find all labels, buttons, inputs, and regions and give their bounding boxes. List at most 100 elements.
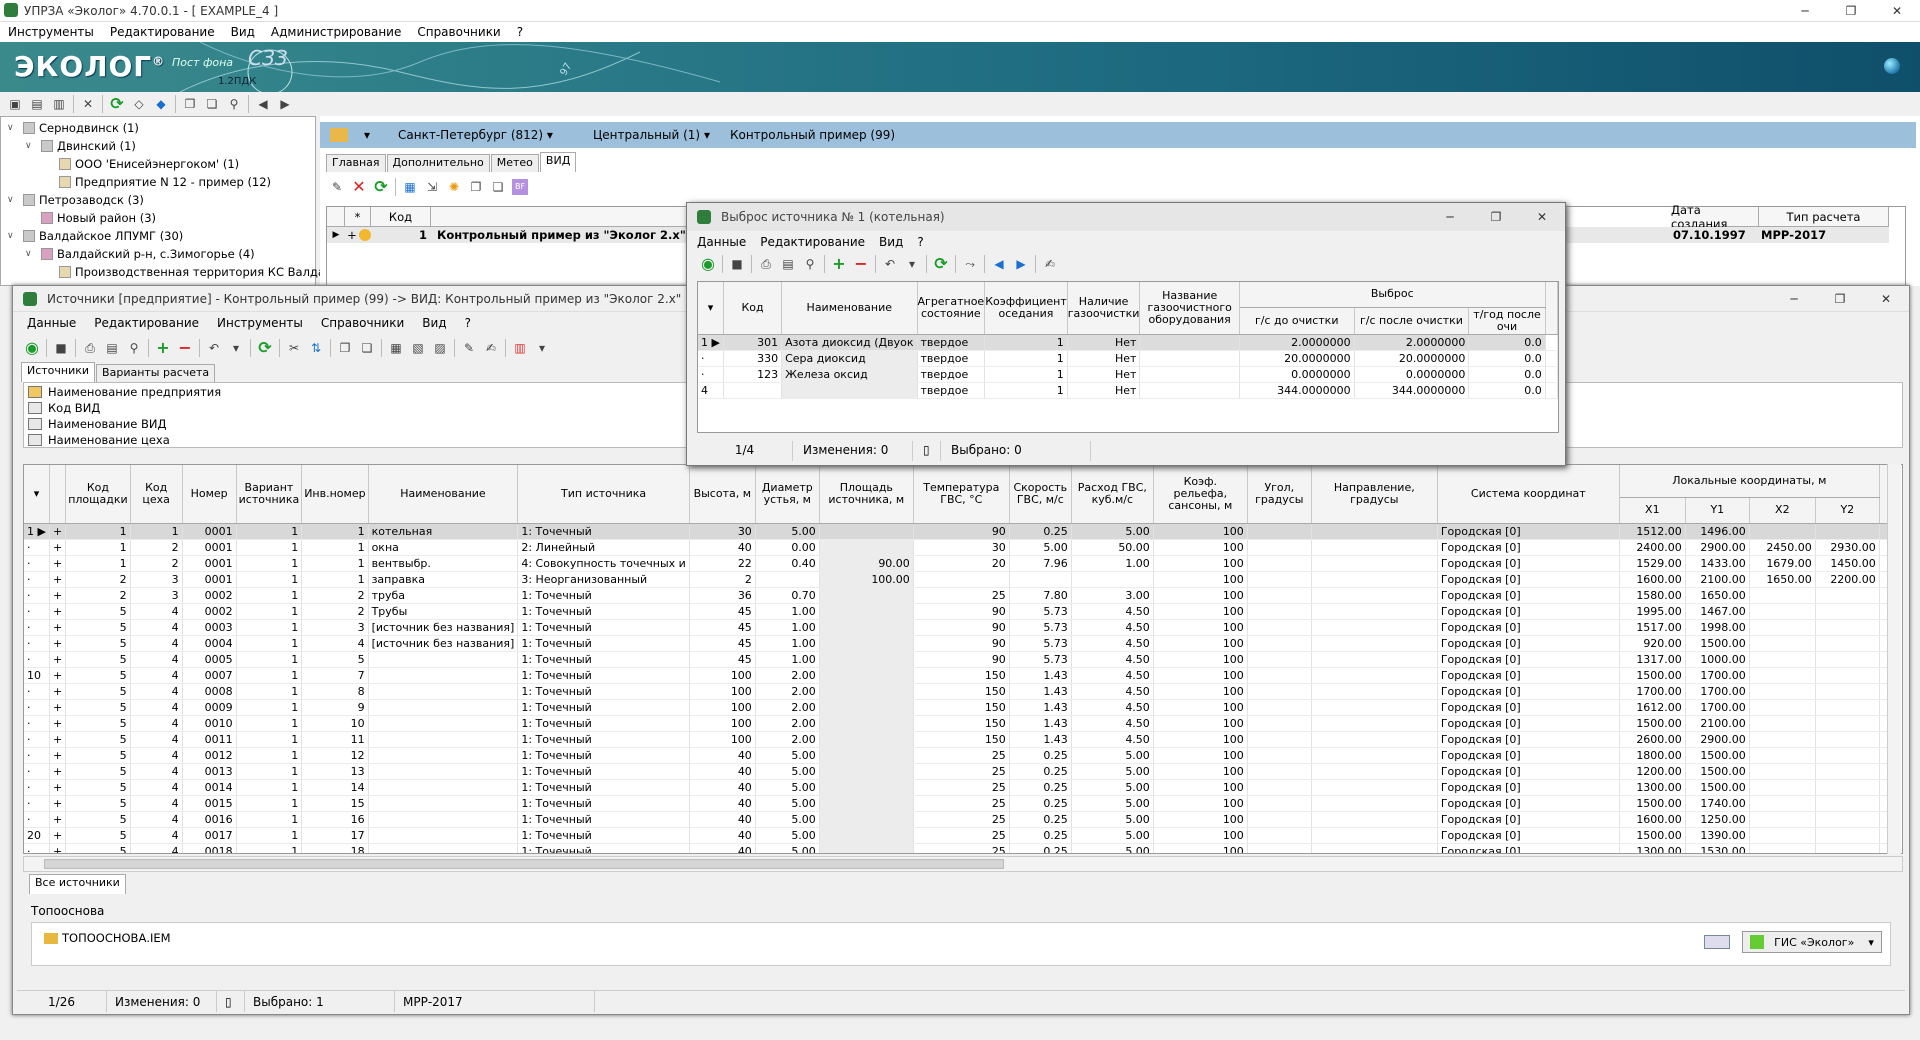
wrench-icon[interactable]: ✂: [286, 340, 302, 356]
delete-icon[interactable]: ✕: [80, 96, 96, 112]
search-icon[interactable]: ⚲: [802, 256, 818, 272]
expand-toggle-icon[interactable]: ∨: [25, 249, 37, 259]
cell-exp[interactable]: +: [49, 667, 67, 684]
maximize-button[interactable]: ❐: [1828, 0, 1874, 22]
district-selector[interactable]: Центральный (1) ▾: [579, 128, 710, 142]
menu-item-tools[interactable]: Инструменты: [217, 316, 303, 330]
table-row[interactable]: · +2 3 0002 1 2 труба 1: Точечный 36 0.70 25 7.80 3.…: [24, 587, 1900, 604]
menu-item-view[interactable]: Вид: [879, 235, 903, 249]
cell-exp[interactable]: +: [49, 619, 67, 636]
maximize-button[interactable]: ❐: [1473, 206, 1519, 228]
back-icon[interactable]: ◀: [255, 96, 271, 112]
cell-exp[interactable]: +: [49, 635, 67, 652]
col-workshop-code[interactable]: Код цеха: [130, 465, 183, 524]
add-icon[interactable]: +: [831, 256, 847, 272]
cell-exp[interactable]: +: [49, 747, 67, 764]
minimize-button[interactable]: ─: [1782, 0, 1828, 22]
dropdown-arrow-icon[interactable]: ▾: [904, 256, 920, 272]
table-row[interactable]: · +5 4 0004 1 4 [источник без названия] 1: Точе…: [24, 635, 1900, 652]
tab-vid[interactable]: ВИД: [539, 152, 577, 172]
refresh-icon[interactable]: ⟳: [109, 96, 125, 112]
menu-item-help[interactable]: ?: [917, 235, 923, 249]
export-icon[interactable]: ▦: [402, 179, 418, 195]
import-icon[interactable]: ⇲: [424, 179, 440, 195]
cell-exp[interactable]: +: [49, 763, 67, 780]
menu-item-view[interactable]: Вид: [422, 316, 446, 330]
menu-item-references[interactable]: Справочники: [321, 316, 404, 330]
table-row[interactable]: · +5 4 0009 1 9 1: Точечный 100 2.00 150 1.43 4.50 1…: [24, 699, 1900, 716]
cell-exp[interactable]: +: [49, 683, 67, 700]
col-angle[interactable]: Угол, градусы: [1247, 465, 1312, 524]
tree-node[interactable]: ∨ Валдайский р-н, с.Зимогорье (4): [25, 245, 255, 263]
grid-header-indicator[interactable]: ▾: [698, 282, 724, 335]
menu-item-view[interactable]: Вид: [231, 25, 255, 39]
cell-exp[interactable]: +: [49, 795, 67, 812]
col-area[interactable]: Площадь источника, м: [819, 465, 914, 524]
remove-icon[interactable]: −: [177, 340, 193, 356]
col-flow[interactable]: Расход ГВС, куб.м/с: [1071, 465, 1154, 524]
col-y1[interactable]: Y1: [1685, 497, 1750, 524]
topo-select-button[interactable]: [1704, 935, 1730, 949]
folder-icon[interactable]: ▤: [29, 96, 45, 112]
bf-icon[interactable]: BF: [512, 179, 528, 195]
tree-node[interactable]: ∨ Валдайское ЛПУМГ (30): [7, 227, 183, 245]
open-folder-icon[interactable]: [330, 128, 348, 142]
back-icon[interactable]: ◉: [24, 340, 40, 356]
tree-node[interactable]: ∨ Двинский (1): [25, 137, 136, 155]
close-button[interactable]: ✕: [1863, 288, 1909, 310]
table-row[interactable]: · +5 4 0014 1 14 1: Точечный 40 5.00 25 0.25 5.00 10…: [24, 779, 1900, 796]
tree-node[interactable]: ООО 'Енисейэнергоком' (1): [43, 155, 239, 173]
tab-additional[interactable]: Дополнительно: [386, 154, 490, 172]
dropdown-arrow-icon[interactable]: ▾: [228, 340, 244, 356]
col-height[interactable]: Высота, м: [689, 465, 756, 524]
menu-item-edit[interactable]: Редактирование: [760, 235, 865, 249]
filter-icon[interactable]: ⤳: [962, 256, 978, 272]
sources-vertical-scrollbar[interactable]: [1887, 464, 1901, 854]
cell-exp[interactable]: +: [49, 555, 67, 572]
table-row[interactable]: · 123 Железа оксид твердое 1 Нет 0.0000000 0.00…: [698, 366, 1558, 383]
tab-meteo[interactable]: Метео: [490, 154, 539, 172]
dropdown-arrow-icon[interactable]: ▾: [534, 340, 550, 356]
cell-exp[interactable]: +: [49, 587, 67, 604]
delete-icon[interactable]: ✕: [351, 179, 367, 195]
cell-exp[interactable]: +: [49, 827, 67, 844]
table-row[interactable]: · +5 4 0012 1 12 1: Точечный 40 5.00 25 0.25 5.00 10…: [24, 747, 1900, 764]
note-icon[interactable]: ✍: [483, 340, 499, 356]
col-inventory-number[interactable]: Инв.номер: [301, 465, 369, 524]
tree-node[interactable]: Новый район (3): [25, 209, 156, 227]
calc-alt-icon[interactable]: ▧: [410, 340, 426, 356]
tab-sources[interactable]: Источники: [21, 362, 96, 382]
forward-icon[interactable]: ▶: [277, 96, 293, 112]
print-icon[interactable]: ⎙: [758, 256, 774, 272]
vid-header-code[interactable]: Код: [371, 207, 431, 227]
city-selector[interactable]: Санкт-Петербург (812) ▾: [384, 128, 553, 142]
expand-toggle-icon[interactable]: ∨: [7, 195, 19, 205]
open-folder-icon[interactable]: ▥: [51, 96, 67, 112]
cell-exp[interactable]: +: [49, 603, 67, 620]
table-row[interactable]: 4 твердое 1 Нет 344.0000000 344.0000000 0.0: [698, 382, 1558, 399]
stop-icon[interactable]: ■: [53, 340, 69, 356]
paste-icon[interactable]: ❏: [204, 96, 220, 112]
note-icon[interactable]: ✍: [1042, 256, 1058, 272]
minimize-button[interactable]: ─: [1771, 288, 1817, 310]
menu-item-data[interactable]: Данные: [697, 235, 746, 249]
col-settling-coef[interactable]: Коэффициент оседания: [984, 282, 1068, 335]
globe-icon[interactable]: [1884, 58, 1900, 74]
menu-item-data[interactable]: Данные: [27, 316, 76, 330]
calc-icon[interactable]: ▦: [388, 340, 404, 356]
cell-exp[interactable]: +: [49, 731, 67, 748]
col-name[interactable]: Наименование: [781, 282, 918, 335]
col-number[interactable]: Номер: [182, 465, 237, 524]
menu-item-admin[interactable]: Администрирование: [271, 25, 401, 39]
cell-exp[interactable]: +: [49, 715, 67, 732]
remove-icon[interactable]: −: [853, 256, 869, 272]
menu-item-tools[interactable]: Инструменты: [8, 25, 94, 39]
table-row[interactable]: 1 ▶ +1 1 0001 1 1 котельная 1: Точечный 30 5.00 90…: [24, 523, 1900, 540]
vid-calc-type[interactable]: МРР-2017: [1757, 228, 1887, 242]
table-row[interactable]: · +5 4 0008 1 8 1: Точечный 100 2.00 150 1.43 4.50 1…: [24, 683, 1900, 700]
sources-horizontal-scrollbar[interactable]: [23, 856, 1903, 872]
menu-item-edit[interactable]: Редактирование: [110, 25, 215, 39]
copy-icon[interactable]: ❐: [468, 179, 484, 195]
tree-node[interactable]: Производственная территория КС Валдай (4: [43, 263, 348, 281]
col-ty-after[interactable]: т/год после очи: [1468, 307, 1546, 335]
